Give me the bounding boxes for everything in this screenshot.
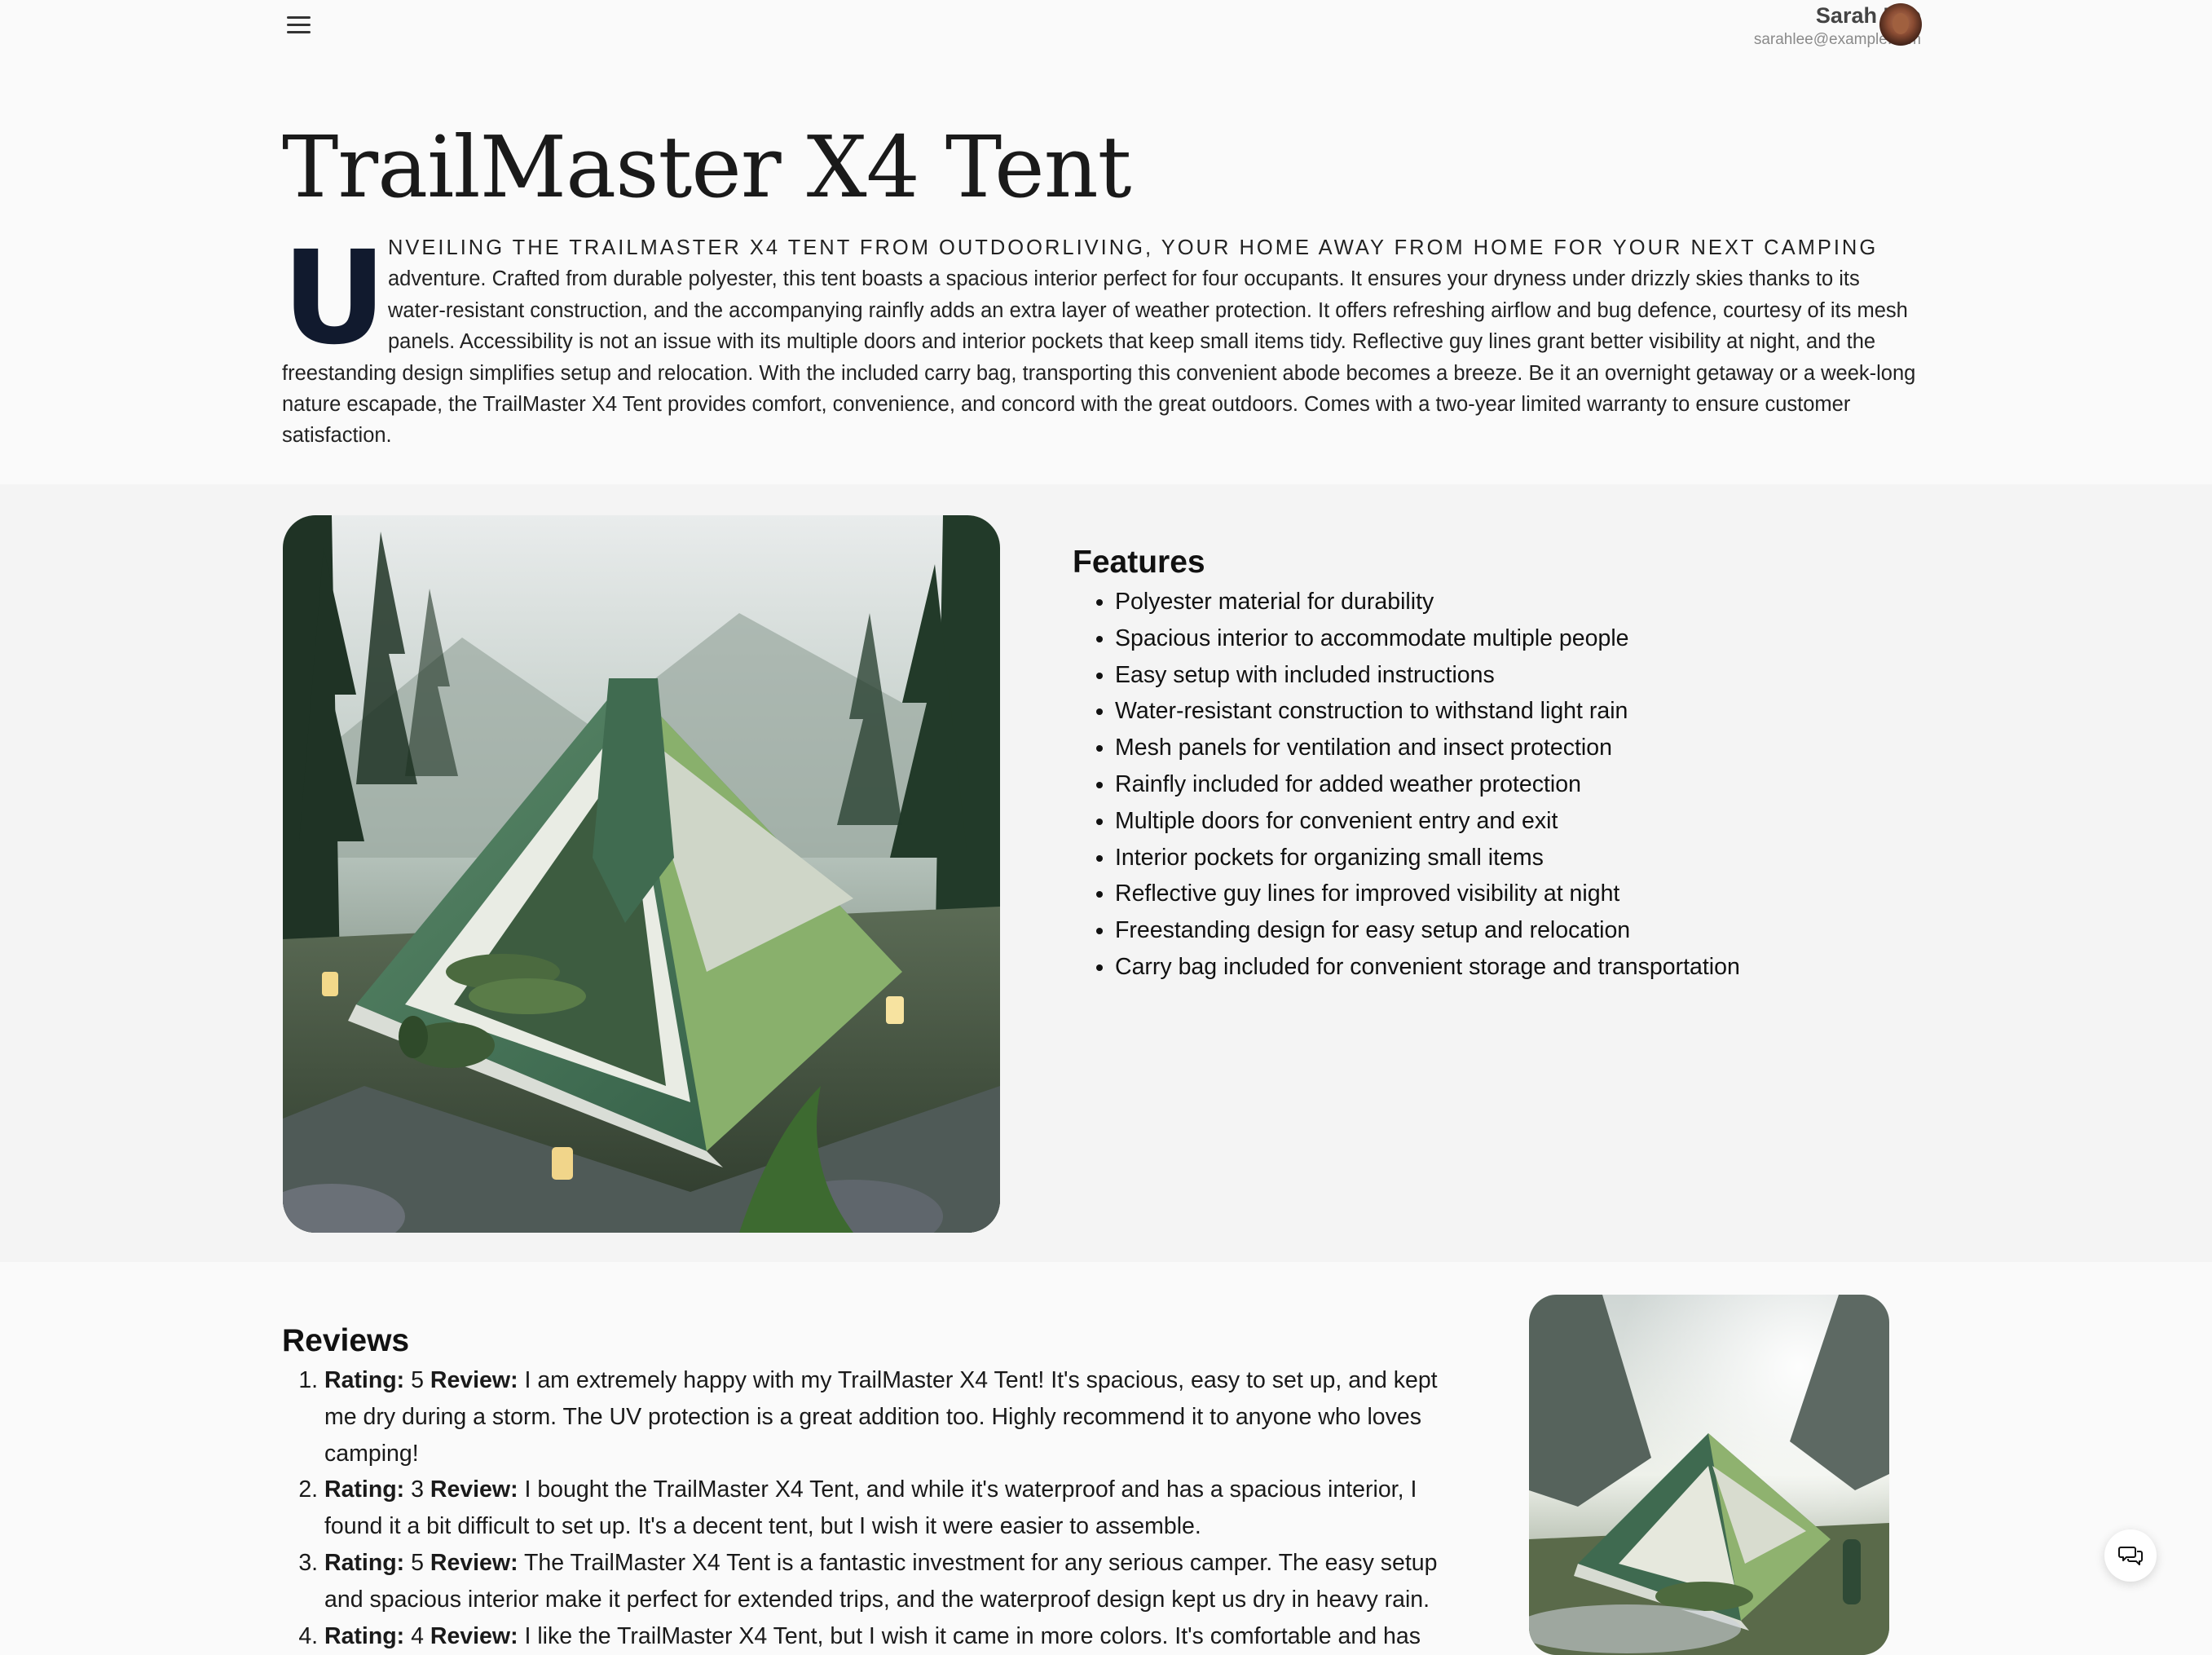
- reviews-heading: Reviews: [282, 1323, 410, 1358]
- feature-item: Interior pockets for organizing small it…: [1115, 840, 1740, 876]
- chat-button[interactable]: [2104, 1529, 2157, 1582]
- review-rating: 5: [411, 1549, 424, 1576]
- feature-item: Easy setup with included instructions: [1115, 657, 1740, 694]
- review-label: Review:: [430, 1549, 518, 1576]
- features-heading: Features: [1073, 545, 1205, 580]
- page-title: TrailMaster X4 Tent: [282, 117, 1131, 217]
- feature-item: Water-resistant construction to withstan…: [1115, 693, 1740, 730]
- rating-label: Rating:: [324, 1622, 405, 1649]
- feature-item: Reflective guy lines for improved visibi…: [1115, 876, 1740, 912]
- feature-item: Polyester material for durability: [1115, 584, 1740, 620]
- review-label: Review:: [430, 1367, 518, 1393]
- review-rating: 5: [411, 1367, 424, 1393]
- review-item: Rating: 4 Review: I like the TrailMaster…: [324, 1618, 1472, 1655]
- drop-cap: U: [282, 223, 387, 373]
- review-item: Rating: 3 Review: I bought the TrailMast…: [324, 1472, 1472, 1545]
- avatar[interactable]: [1879, 3, 1922, 46]
- feature-item: Spacious interior to accommodate multipl…: [1115, 620, 1740, 657]
- review-text: I like the TrailMaster X4 Tent, but I wi…: [524, 1622, 1421, 1649]
- feature-item: Rainfly included for added weather prote…: [1115, 766, 1740, 803]
- product-image-tent-forest: [283, 515, 1000, 1233]
- description-lead: nveiling the TrailMaster X4 Tent from Ou…: [388, 236, 1879, 259]
- review-label: Review:: [430, 1622, 518, 1649]
- feature-item: Freestanding design for easy setup and r…: [1115, 912, 1740, 949]
- top-bar: Sarah Lee sarahlee@example.com: [0, 0, 2212, 57]
- review-label: Review:: [430, 1476, 518, 1503]
- rating-label: Rating:: [324, 1367, 405, 1393]
- rating-label: Rating:: [324, 1549, 405, 1576]
- review-item: Rating: 5 Review: The TrailMaster X4 Ten…: [324, 1545, 1472, 1618]
- chat-bubbles-icon: [2118, 1547, 2143, 1565]
- hamburger-menu-icon[interactable]: [282, 10, 315, 39]
- feature-item: Mesh panels for ventilation and insect p…: [1115, 730, 1740, 766]
- reviews-section: Reviews Rating: 5 Review: I am extremely…: [282, 1320, 1472, 1654]
- review-rating: 3: [411, 1476, 424, 1503]
- rating-label: Rating:: [324, 1476, 405, 1503]
- feature-item: Carry bag included for convenient storag…: [1115, 949, 1740, 986]
- review-item: Rating: 5 Review: I am extremely happy w…: [324, 1362, 1472, 1472]
- feature-list: Polyester material for durability Spacio…: [1073, 584, 1740, 986]
- feature-item: Multiple doors for convenient entry and …: [1115, 803, 1740, 840]
- features-panel: Features Polyester material for durabili…: [1073, 541, 1740, 986]
- review-list: Rating: 5 Review: I am extremely happy w…: [282, 1362, 1472, 1654]
- review-rating: 4: [411, 1622, 424, 1649]
- product-description: Unveiling the TrailMaster X4 Tent from O…: [282, 232, 1920, 452]
- description-body: adventure. Crafted from durable polyeste…: [282, 267, 1916, 448]
- product-image-tent-valley: [1529, 1295, 1889, 1655]
